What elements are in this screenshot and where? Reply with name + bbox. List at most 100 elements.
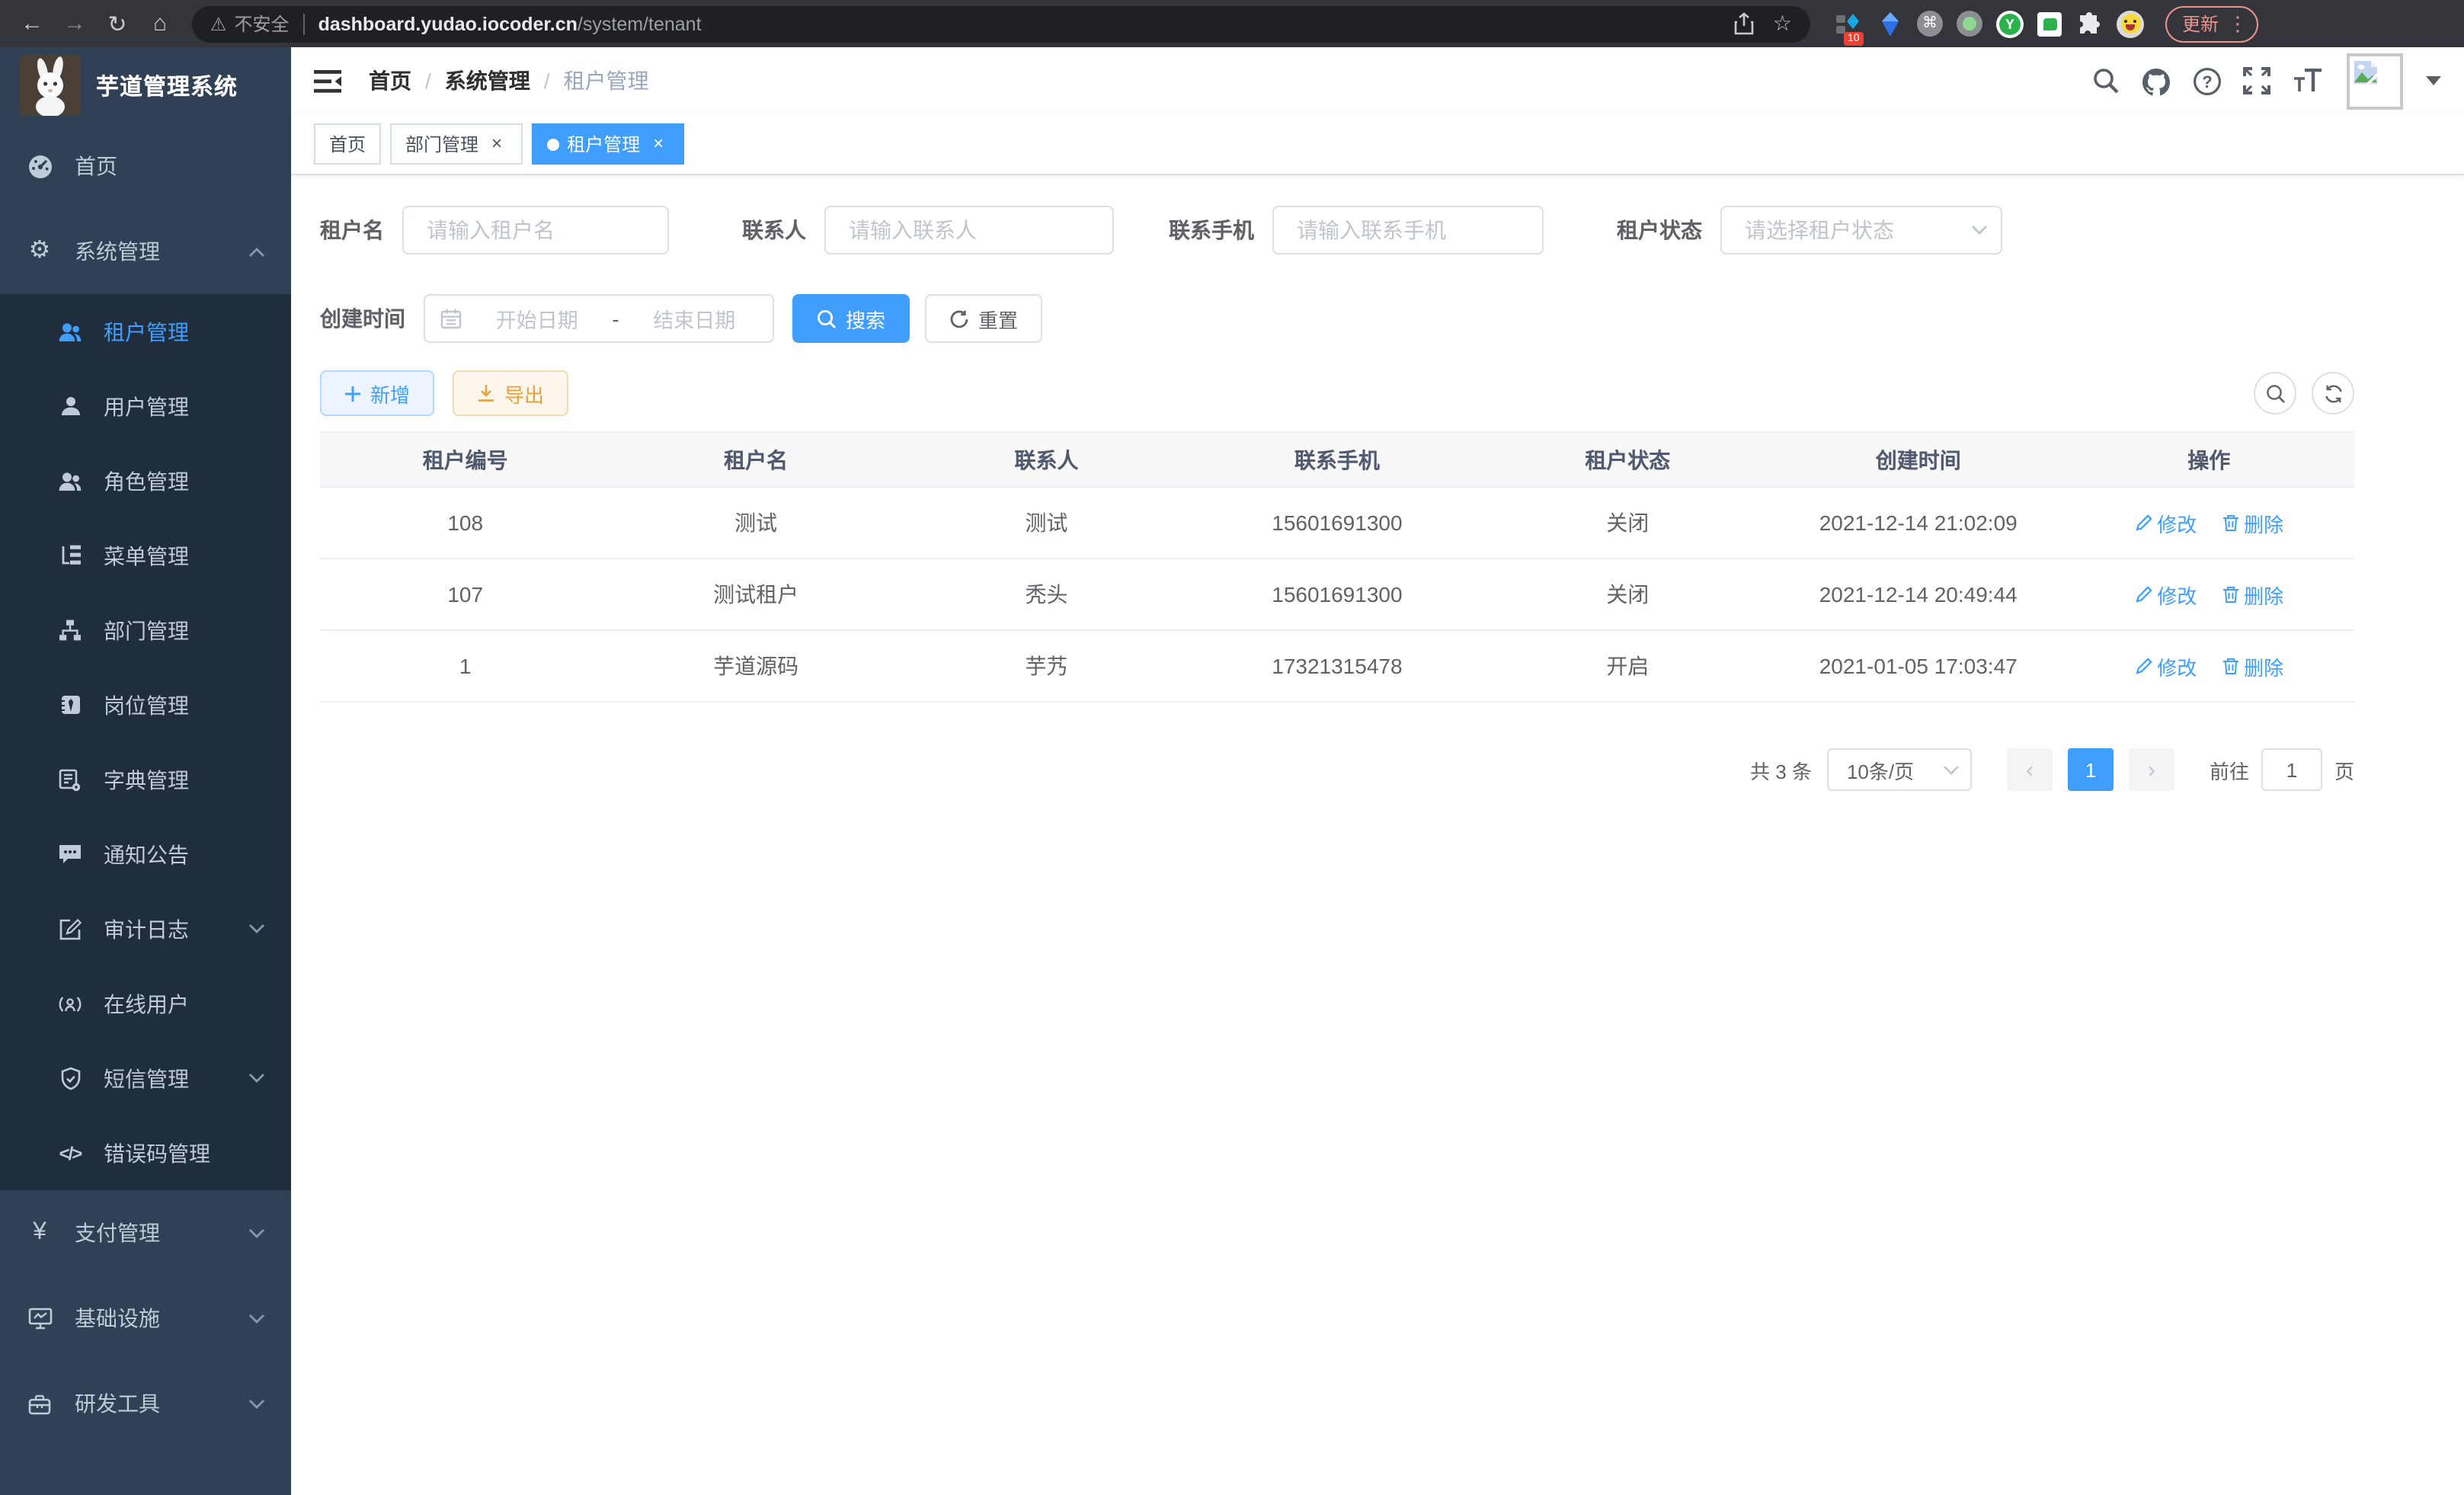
sidebar-item-infra[interactable]: 基础设施 (0, 1276, 291, 1361)
browser-home-button[interactable]: ⌂ (140, 4, 180, 43)
sidebar-item-role[interactable]: 角色管理 (0, 443, 291, 518)
page-size-select[interactable]: 10条/页 (1827, 748, 1972, 791)
app-title: 芋道管理系统 (96, 69, 238, 101)
tab-tenant[interactable]: 租户管理 × (532, 123, 684, 165)
sidebar-item-dict[interactable]: 字典管理 (0, 742, 291, 817)
navbar: 首页 / 系统管理 / 租户管理 ? (291, 47, 2464, 114)
date-range-picker[interactable]: 开始日期 - 结束日期 (424, 294, 774, 343)
browser-reload-button[interactable]: ↻ (98, 4, 137, 43)
cell-tenant-id: 1 (320, 630, 610, 702)
table-row: 107 测试租户 秃头 15601691300 关闭 2021-12-14 20… (320, 559, 2354, 630)
tenant-name-input[interactable] (402, 206, 669, 255)
edit-button[interactable]: 修改 (2134, 651, 2197, 680)
sidebar-item-home[interactable]: 首页 (0, 123, 291, 209)
next-page-button[interactable]: › (2129, 748, 2174, 791)
address-bar[interactable]: ⚠ 不安全 dashboard.yudao.iocoder.cn/system/… (192, 5, 1810, 42)
refresh-table-button[interactable] (2312, 372, 2354, 415)
extension-command-icon[interactable]: ⌘ (1917, 11, 1943, 37)
cell-actions: 修改 删除 (2063, 487, 2354, 559)
mobile-input[interactable] (1272, 206, 1544, 255)
header-search-icon[interactable] (2086, 61, 2126, 101)
edit-button[interactable]: 修改 (2134, 580, 2197, 609)
svg-text:?: ? (2201, 72, 2211, 91)
tab-home[interactable]: 首页 (314, 123, 381, 165)
sidebar-item-notice[interactable]: 通知公告 (0, 817, 291, 892)
sidebar-item-user[interactable]: 用户管理 (0, 369, 291, 443)
font-size-icon[interactable] (2287, 61, 2327, 101)
edit-pencil-icon (2134, 514, 2152, 532)
extension-badge: 10 (1844, 31, 1864, 45)
cell-actions: 修改 删除 (2063, 630, 2354, 702)
create-time-label: 创建时间 (320, 303, 405, 334)
sidebar-item-online-users[interactable]: 在线用户 (0, 966, 291, 1041)
table-toolbar: 新增 导出 (320, 370, 2354, 416)
close-icon[interactable]: × (486, 133, 507, 155)
github-icon[interactable] (2136, 61, 2176, 101)
sidebar-item-post[interactable]: 岗位管理 (0, 667, 291, 742)
close-icon[interactable]: × (648, 133, 669, 155)
edit-button[interactable]: 修改 (2134, 508, 2197, 537)
status-select[interactable]: 请选择租户状态 (1720, 206, 2002, 255)
sidebar-item-tenant[interactable]: 租户管理 (0, 294, 291, 369)
mobile-label: 联系手机 (1169, 215, 1254, 245)
trash-icon (2221, 514, 2239, 532)
bookmark-star-icon[interactable]: ☆ (1773, 11, 1792, 37)
sidebar-collapse-icon[interactable] (314, 68, 344, 94)
sidebar-item-payment[interactable]: ¥ 支付管理 (0, 1190, 291, 1276)
tab-dept[interactable]: 部门管理 × (390, 123, 523, 165)
add-button[interactable]: 新增 (320, 370, 434, 416)
help-icon[interactable]: ? (2187, 61, 2226, 101)
delete-button[interactable]: 删除 (2221, 651, 2283, 680)
security-warning-label[interactable]: 不安全 (235, 11, 290, 37)
export-button[interactable]: 导出 (453, 370, 568, 416)
user-avatar[interactable] (2347, 53, 2403, 109)
status-label: 租户状态 (1617, 215, 1702, 245)
sidebar-item-label: 在线用户 (104, 988, 267, 1019)
calendar-icon (440, 308, 462, 329)
contact-input[interactable] (824, 206, 1114, 255)
gear-icon: ⚙ (26, 239, 53, 264)
sidebar-item-label: 字典管理 (104, 764, 267, 795)
browser-back-button[interactable]: ← (12, 4, 52, 43)
page-number-1[interactable]: 1 (2068, 748, 2114, 791)
search-button[interactable]: 搜索 (792, 294, 910, 343)
sidebar-item-audit-log[interactable]: 审计日志 (0, 892, 291, 966)
address-bar-divider (303, 13, 305, 34)
extensions-puzzle-icon[interactable] (2075, 10, 2103, 37)
reset-button[interactable]: 重置 (925, 294, 1042, 343)
browser-profile-avatar[interactable] (2117, 10, 2144, 37)
fullscreen-icon[interactable] (2237, 61, 2277, 101)
start-date-placeholder[interactable]: 开始日期 (474, 303, 600, 334)
extension-chat-icon[interactable] (2037, 11, 2062, 36)
sidebar-item-dept[interactable]: 部门管理 (0, 593, 291, 667)
pagination-goto: 前往 页 (2210, 748, 2354, 791)
goto-page-input[interactable] (2261, 748, 2322, 791)
extension-kite-icon[interactable] (1876, 10, 1903, 37)
share-icon[interactable] (1735, 12, 1755, 35)
sidebar-item-dev-tools[interactable]: 研发工具 (0, 1361, 291, 1446)
table-header-row: 租户编号 租户名 联系人 联系手机 租户状态 创建时间 操作 (320, 432, 2354, 487)
breadcrumb-home[interactable]: 首页 (369, 66, 411, 96)
code-icon: </> (58, 1142, 82, 1164)
extension-blue-diamond-icon[interactable]: 10 (1835, 10, 1862, 37)
sidebar-logo[interactable]: 芋道管理系统 (0, 47, 291, 123)
browser-menu-icon[interactable]: ⋮ (2228, 11, 2248, 36)
extension-y-icon[interactable]: Y (1996, 10, 2024, 37)
sidebar-item-error-code[interactable]: </> 错误码管理 (0, 1116, 291, 1190)
sidebar-item-label: 菜单管理 (104, 540, 267, 571)
delete-button[interactable]: 删除 (2221, 580, 2283, 609)
sidebar-item-menu[interactable]: 菜单管理 (0, 518, 291, 593)
avatar-caret-down-icon[interactable] (2426, 76, 2441, 85)
refresh-icon (949, 309, 969, 328)
prev-page-button[interactable]: ‹ (2007, 748, 2053, 791)
sidebar-item-system[interactable]: ⚙ 系统管理 (0, 209, 291, 294)
sidebar-item-sms[interactable]: 短信管理 (0, 1041, 291, 1116)
show-search-toggle-button[interactable] (2254, 372, 2296, 415)
extension-record-icon[interactable] (1957, 11, 1982, 37)
end-date-placeholder[interactable]: 结束日期 (632, 303, 758, 334)
browser-forward-button[interactable]: → (55, 4, 94, 43)
breadcrumb-system[interactable]: 系统管理 (445, 66, 530, 96)
delete-button[interactable]: 删除 (2221, 508, 2283, 537)
browser-update-button[interactable]: 更新 ⋮ (2165, 5, 2258, 42)
app-logo-image (20, 55, 81, 116)
